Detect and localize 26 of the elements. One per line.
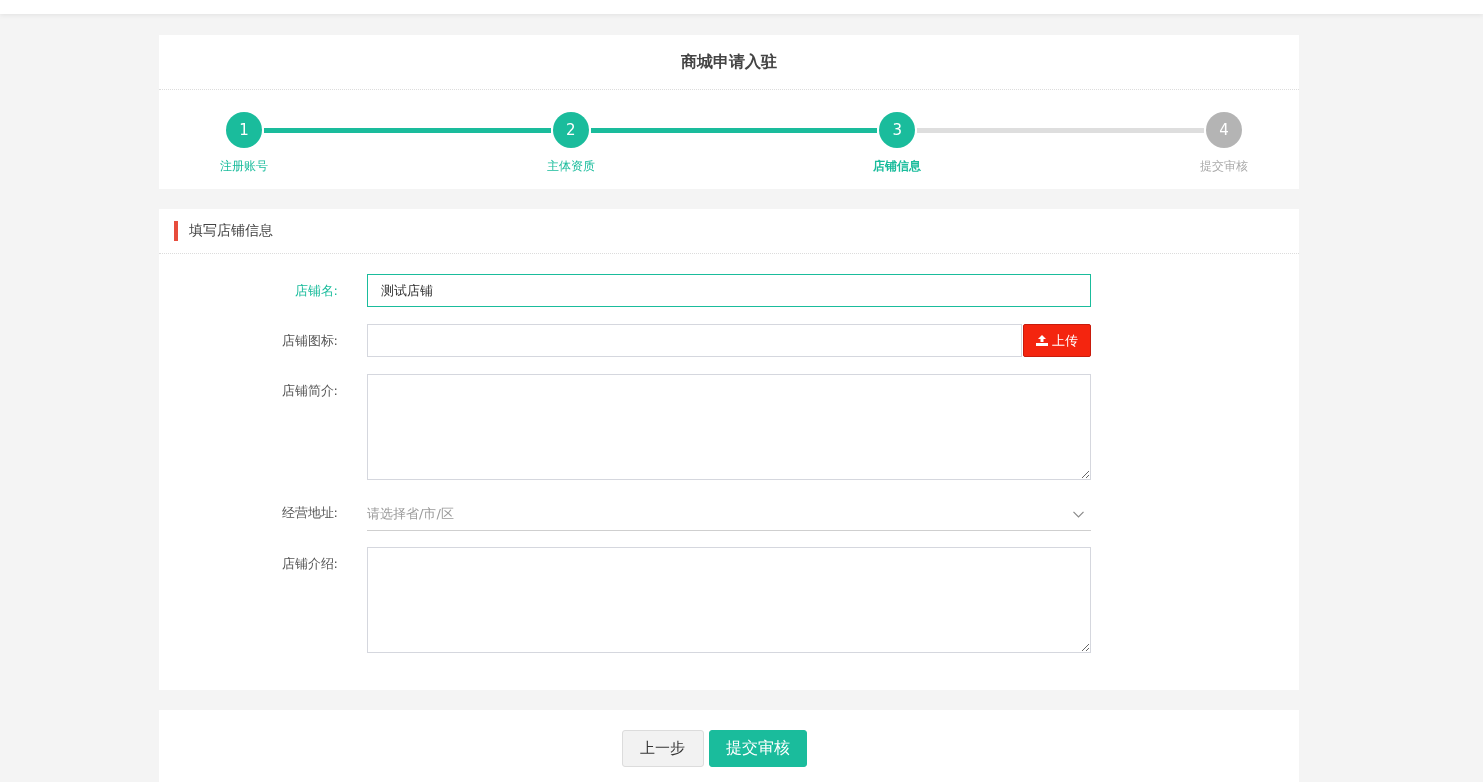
step-circle: 3 <box>879 112 916 148</box>
region-select[interactable]: 请选择省/市/区 <box>367 498 1091 531</box>
step-label: 主体资质 <box>546 158 595 175</box>
text-area[interactable] <box>367 547 1091 653</box>
field-label: 经营地址: <box>280 504 338 522</box>
step-circle: 1 <box>226 112 262 148</box>
field-label: 店铺图标: <box>280 332 338 350</box>
text-area[interactable] <box>367 374 1091 480</box>
upload-icon <box>1036 335 1048 346</box>
section-marker <box>174 221 178 241</box>
step-label: 店铺信息 <box>873 158 922 175</box>
file-input[interactable] <box>367 324 1022 357</box>
submit-button[interactable]: 提交审核 <box>708 730 807 767</box>
step-label: 提交审核 <box>1200 158 1248 175</box>
section-title: 填写店铺信息 <box>189 222 273 240</box>
field-label: 店铺介绍: <box>280 555 338 573</box>
field-label: 店铺名: <box>293 282 338 300</box>
chevron-down-icon <box>1073 510 1084 518</box>
field-label: 店铺简介: <box>280 382 338 400</box>
text-input[interactable]: 测试店铺 <box>367 274 1091 307</box>
upload-button[interactable]: 上传 <box>1023 324 1091 357</box>
step-circle: 4 <box>1206 112 1242 148</box>
step-label: 注册账号 <box>220 158 268 175</box>
back-button[interactable]: 上一步 <box>621 730 704 767</box>
page-title: 商城申请入驻 <box>681 51 777 73</box>
step-circle: 2 <box>552 112 589 148</box>
